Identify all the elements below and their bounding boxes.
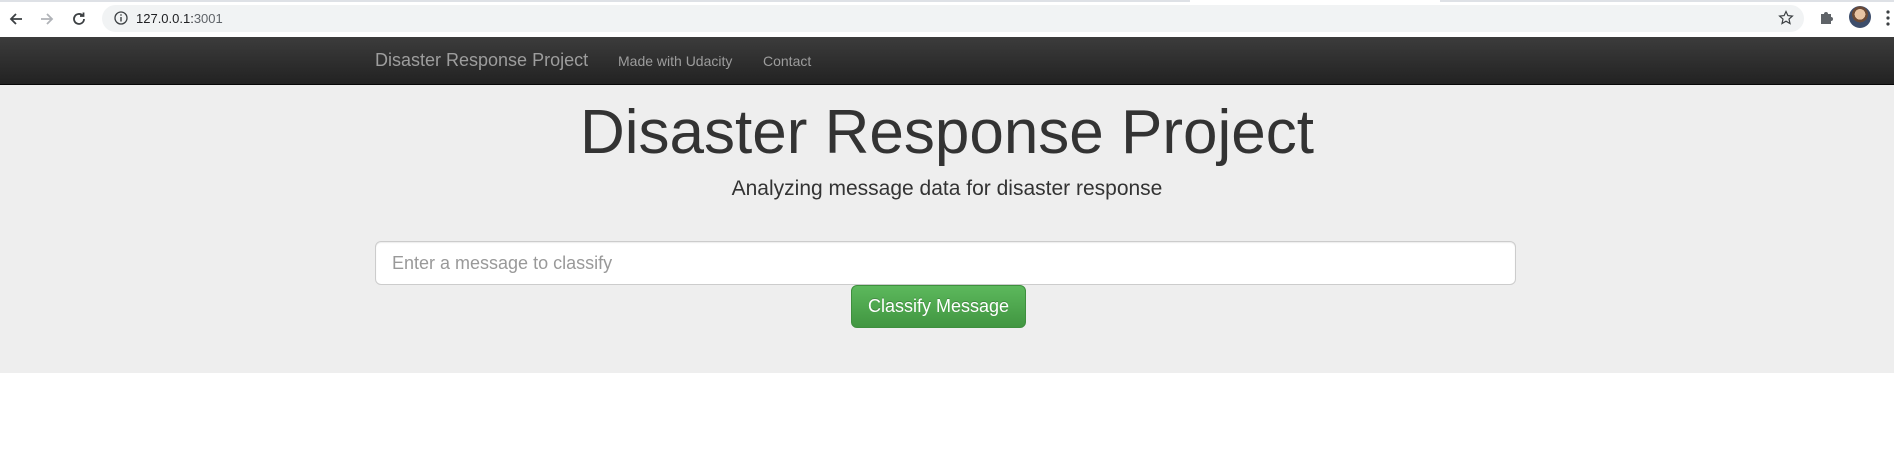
star-icon[interactable] — [1778, 10, 1794, 31]
jumbotron: Disaster Response Project Analyzing mess… — [0, 85, 1894, 373]
classify-message-button[interactable]: Classify Message — [851, 285, 1026, 328]
url-host: 127.0.0.1: — [136, 11, 194, 26]
forward-arrow-icon[interactable] — [34, 6, 60, 32]
menu-dots-icon[interactable] — [1886, 10, 1890, 31]
nav-link-made-with-udacity[interactable]: Made with Udacity — [618, 53, 732, 69]
url-port: 3001 — [193, 11, 223, 26]
message-input[interactable] — [375, 241, 1516, 285]
page-subtitle: Analyzing message data for disaster resp… — [731, 177, 1163, 200]
avatar[interactable] — [1849, 6, 1871, 28]
info-icon[interactable] — [114, 11, 128, 30]
address-bar[interactable]: 127.0.0.1:3001 — [102, 5, 1804, 32]
url-text[interactable]: 127.0.0.1:3001 — [136, 11, 223, 26]
browser-toolbar: 127.0.0.1:3001 — [0, 0, 1894, 37]
navbar-brand[interactable]: Disaster Response Project — [375, 50, 588, 71]
page-title: Disaster Response Project — [580, 98, 1314, 167]
back-arrow-icon[interactable] — [3, 6, 29, 32]
reload-icon[interactable] — [66, 6, 92, 32]
puzzle-icon[interactable] — [1818, 8, 1836, 31]
nav-link-contact[interactable]: Contact — [763, 53, 811, 69]
tabstrip-edge — [0, 0, 1894, 2]
site-navbar: Disaster Response Project Made with Udac… — [0, 37, 1894, 85]
